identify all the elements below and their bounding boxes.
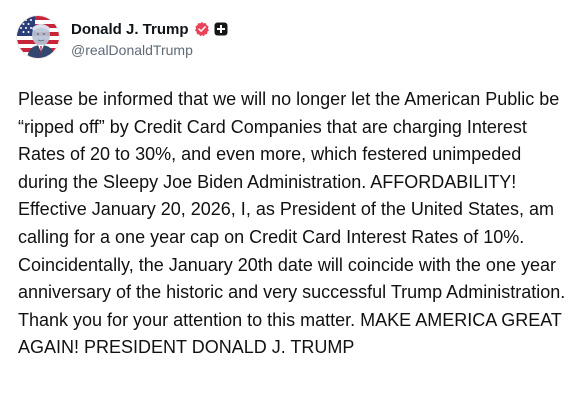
post-header: Donald J. Trump @realDonaldTrump	[17, 16, 228, 58]
social-post: Donald J. Trump @realDonaldTrump Please …	[0, 0, 585, 406]
avatar[interactable]	[17, 16, 59, 58]
verified-badge-icon	[194, 21, 210, 37]
author-handle[interactable]: @realDonaldTrump	[71, 42, 228, 58]
post-text: Please be informed that we will no longe…	[18, 89, 566, 358]
author-info: Donald J. Trump @realDonaldTrump	[71, 17, 228, 58]
avatar-portrait-flag-icon	[17, 16, 59, 58]
name-row: Donald J. Trump	[71, 17, 228, 41]
author-display-name[interactable]: Donald J. Trump	[71, 21, 189, 38]
plus-badge-icon	[214, 22, 228, 36]
